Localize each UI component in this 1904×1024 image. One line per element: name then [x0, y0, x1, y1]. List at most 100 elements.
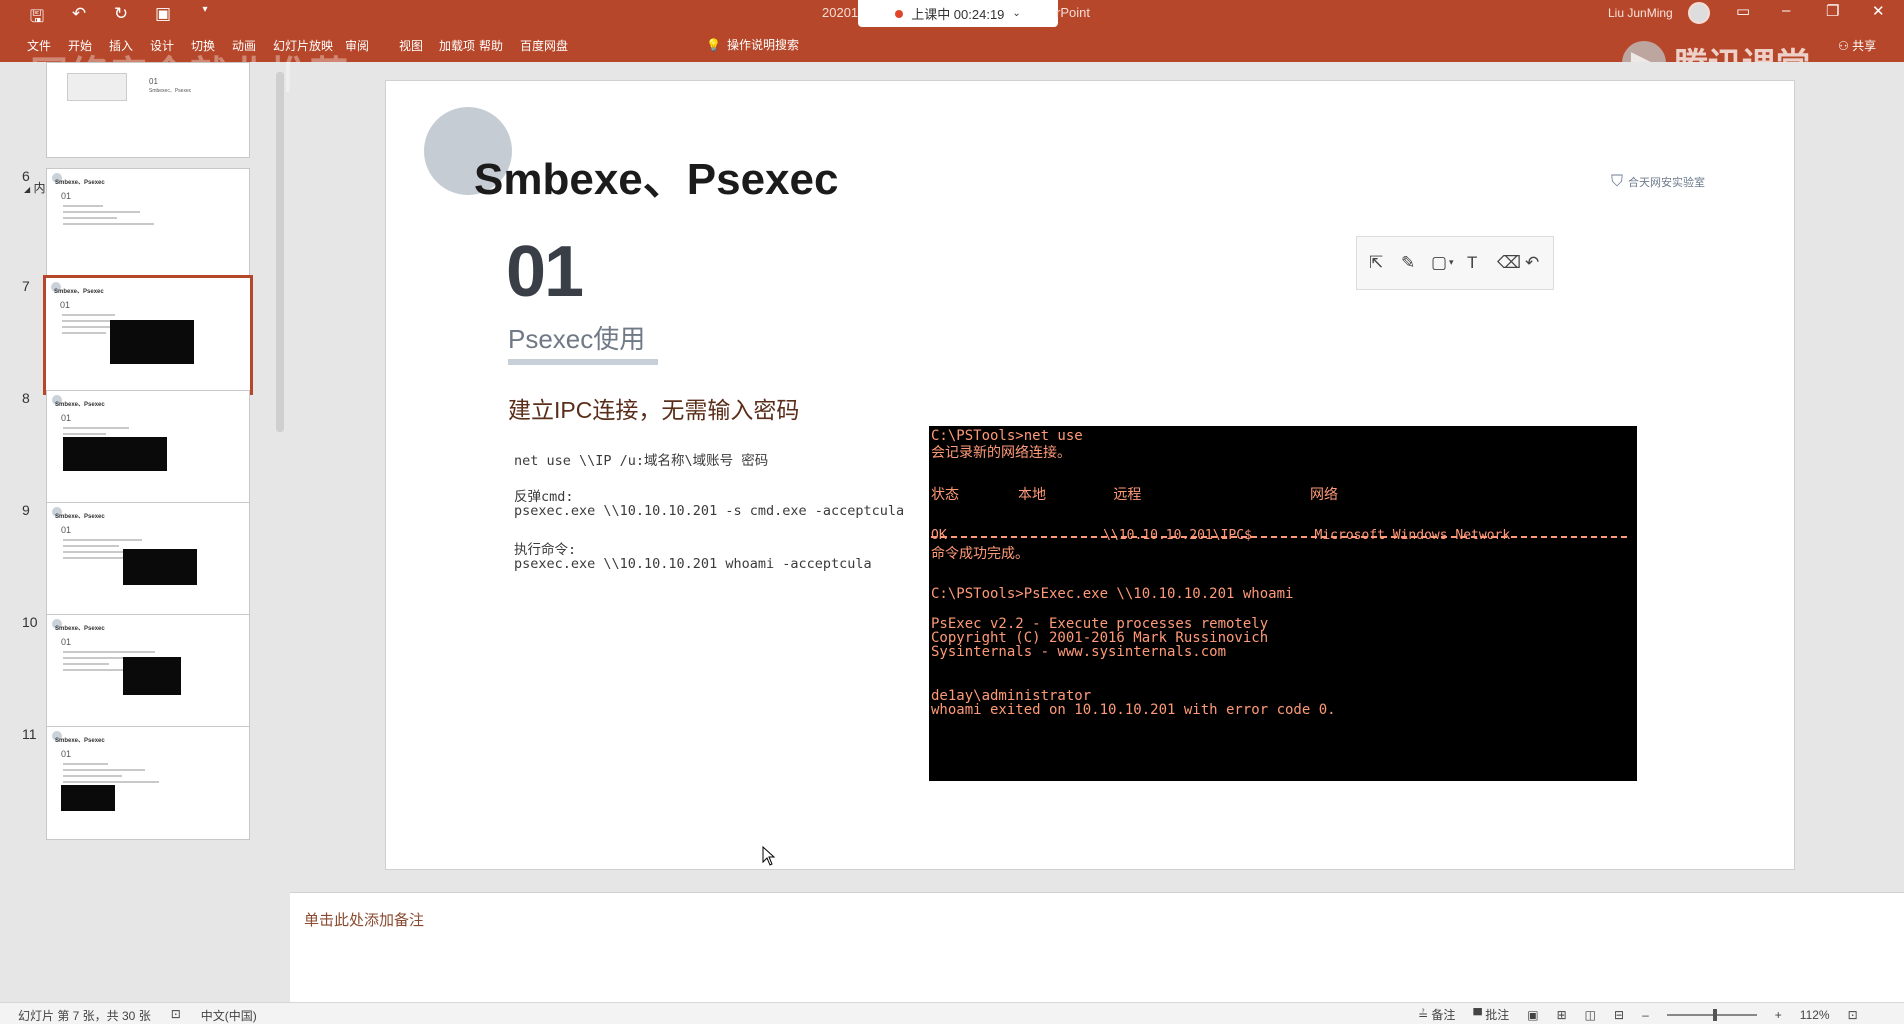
- ribbon-tab[interactable]: 插入: [109, 37, 143, 54]
- thumbnail-slide-5[interactable]: 01 Smbexec、Psexec: [46, 62, 250, 158]
- label-exec-command[interactable]: 执行命令:: [514, 538, 576, 558]
- pointer-icon[interactable]: ⇱: [1369, 253, 1383, 273]
- chevron-down-icon: ⌄: [1012, 8, 1021, 19]
- slide-canvas[interactable]: Smbexe、Psexec ⛉ 合天网安实验室 01 Psexec使用 建立IP…: [385, 80, 1795, 870]
- slide-heading[interactable]: 建立IPC连接，无需输入密码: [508, 391, 799, 425]
- comments-toggle-label: 批注: [1485, 1008, 1510, 1022]
- thumbnail-number: 9: [22, 502, 30, 518]
- thumbnail-text-lines: [63, 763, 223, 787]
- lightbulb-icon: 💡: [706, 37, 721, 52]
- zoom-in-icon[interactable]: +: [1775, 1008, 1782, 1022]
- restore-icon[interactable]: ❐: [1826, 2, 1839, 20]
- user-name[interactable]: Liu JunMing: [1608, 6, 1673, 20]
- ribbon-tab[interactable]: 设计: [150, 37, 184, 54]
- undo-icon[interactable]: ↶: [1525, 253, 1539, 273]
- thumbnail-terminal-image: [61, 785, 115, 811]
- thumbnail-title: Smbexe、Psexec: [55, 626, 105, 632]
- save-icon[interactable]: 🖫: [26, 4, 48, 33]
- pen-icon[interactable]: ✎: [1401, 253, 1415, 273]
- slide-title[interactable]: Smbexe、Psexec: [474, 143, 838, 207]
- slideshow-icon[interactable]: ⊟: [1614, 1008, 1624, 1022]
- thumbnail-title: Smbexe、Psexec: [55, 514, 105, 520]
- zoom-out-icon[interactable]: –: [1642, 1008, 1649, 1022]
- terminal-screenshot[interactable]: C:\PSTools>net use 会记录新的网络连接。 状态 本地 远程 网…: [929, 426, 1637, 781]
- slide-thumbnail[interactable]: Smbexe、Psexec 01: [46, 168, 250, 282]
- slide-counter: 幻灯片 第 7 张，共 30 张: [18, 1009, 151, 1023]
- present-from-start-icon[interactable]: ▣: [152, 4, 174, 33]
- eraser-icon[interactable]: ⌫: [1497, 253, 1521, 273]
- close-icon[interactable]: ✕: [1872, 2, 1885, 20]
- notes-placeholder[interactable]: 单击此处添加备注: [304, 909, 424, 930]
- thumbnails-scrollbar[interactable]: [274, 62, 286, 1002]
- accessibility-icon[interactable]: ⊡: [171, 1007, 181, 1024]
- ribbon-tab[interactable]: 幻灯片放映: [273, 37, 343, 54]
- terminal-line: 状态 本地 远程 网络: [931, 487, 1339, 503]
- slide-sorter-icon[interactable]: ⊞: [1557, 1008, 1567, 1022]
- ribbon-tab[interactable]: 开始: [68, 37, 102, 54]
- slide-thumbnail[interactable]: Smbexe、Psexec 01: [43, 275, 253, 395]
- notes-toggle-label: 备注: [1431, 1008, 1456, 1022]
- person-icon: ⚇: [1838, 39, 1849, 53]
- live-class-status[interactable]: 上课中 00:24:19 ⌄: [858, 0, 1058, 27]
- slide-thumbnail[interactable]: Smbexe、Psexec 01: [46, 726, 250, 840]
- thumbnail-title: Smbexe、Psexec: [54, 289, 104, 295]
- normal-view-icon[interactable]: ▣: [1527, 1008, 1538, 1022]
- slide-thumbnail[interactable]: Smbexe、Psexec 01: [46, 502, 250, 616]
- fit-slide-icon[interactable]: ⊡: [1848, 1008, 1858, 1022]
- ribbon-tab[interactable]: 动画: [232, 37, 266, 54]
- thumbnail-section-number: 01: [60, 300, 71, 310]
- thumbnail-section-number: 01: [61, 413, 72, 423]
- chevron-down-icon[interactable]: ▾: [1449, 257, 1454, 268]
- status-bar: 幻灯片 第 7 张，共 30 张 ⊡ 中文(中国) ≟ 备注 ▀ 批注 ▣ ⊞ …: [0, 1002, 1904, 1024]
- ribbon-tab[interactable]: 切换: [191, 37, 225, 54]
- command-net-use[interactable]: net use \\IP /u:域名称\域账号 密码: [514, 449, 768, 469]
- label-reverse-cmd[interactable]: 反弹cmd:: [514, 485, 574, 505]
- redo-icon[interactable]: ↻: [110, 4, 132, 33]
- zoom-knob[interactable]: [1712, 1008, 1717, 1021]
- zoom-level[interactable]: 112%: [1800, 1008, 1830, 1022]
- notes-toggle[interactable]: ≟ 备注: [1418, 1006, 1455, 1023]
- minimize-icon[interactable]: –: [1782, 2, 1790, 19]
- slide-thumbnails-pane[interactable]: 01 Smbexec、Psexec ◢ 内容部分 6Smbexe、Psexec0…: [12, 62, 286, 1002]
- scrollbar-thumb[interactable]: [276, 72, 284, 432]
- share-button[interactable]: ⚇ 共享: [1838, 37, 1876, 54]
- ribbon-tab[interactable]: 审阅: [345, 37, 379, 54]
- ribbon-tab[interactable]: 帮助: [479, 37, 513, 54]
- mouse-cursor-icon: [762, 846, 776, 866]
- rectangle-icon[interactable]: ▢: [1431, 253, 1447, 273]
- terminal-line: 会记录新的网络连接。: [931, 445, 1071, 461]
- thumbnail-section-number: 01: [61, 191, 72, 201]
- avatar[interactable]: [1688, 2, 1710, 24]
- tell-me-search[interactable]: 💡 操作说明搜索: [706, 36, 799, 53]
- terminal-line: C:\PSTools>PsExec.exe \\10.10.10.201 who…: [931, 586, 1294, 602]
- text-icon[interactable]: T: [1467, 253, 1477, 273]
- command-psexec-cmd[interactable]: psexec.exe \\10.10.10.201 -s cmd.exe -ac…: [514, 503, 904, 519]
- share-label: 共享: [1852, 39, 1877, 53]
- section-subtitle[interactable]: Psexec使用: [508, 319, 645, 356]
- subtitle-underline: [508, 359, 658, 365]
- command-psexec-whoami[interactable]: psexec.exe \\10.10.10.201 whoami -accept…: [514, 556, 872, 572]
- slide-thumbnail[interactable]: Smbexe、Psexec 01: [46, 390, 250, 504]
- language-indicator[interactable]: 中文(中国): [201, 1007, 257, 1024]
- thumbnail-number: 6: [22, 168, 30, 184]
- customize-qat-icon[interactable]: ▾: [194, 4, 216, 33]
- comments-toggle[interactable]: ▀ 批注: [1473, 1006, 1509, 1023]
- ribbon-display-options-icon[interactable]: ▭: [1736, 2, 1750, 20]
- tell-me-label: 操作说明搜索: [726, 38, 799, 52]
- reading-view-icon[interactable]: ◫: [1585, 1008, 1596, 1022]
- terminal-line: Sysinternals - www.sysinternals.com: [931, 644, 1227, 660]
- undo-icon[interactable]: ↶: [68, 4, 90, 33]
- notes-pane[interactable]: 单击此处添加备注: [290, 892, 1904, 1002]
- slide-thumbnail[interactable]: Smbexe、Psexec 01: [46, 614, 250, 728]
- ribbon-tab[interactable]: 百度网盘: [520, 37, 578, 54]
- thumbnail-section-number: 01: [61, 525, 72, 535]
- zoom-slider[interactable]: [1666, 1008, 1757, 1021]
- thumbnail-text-lines: [63, 205, 223, 229]
- ribbon-tab[interactable]: 文件: [27, 37, 61, 54]
- section-number[interactable]: 01: [506, 231, 584, 313]
- shield-icon: ⛉: [1611, 173, 1624, 190]
- window-title-right: rPoint: [1056, 5, 1090, 20]
- thumbnail-title: Smbexe、Psexec: [55, 738, 105, 744]
- terminal-line: OK \\10.10.10.201\IPC$ Microsoft Windows…: [931, 528, 1511, 543]
- ribbon-tab[interactable]: 视图: [399, 37, 433, 54]
